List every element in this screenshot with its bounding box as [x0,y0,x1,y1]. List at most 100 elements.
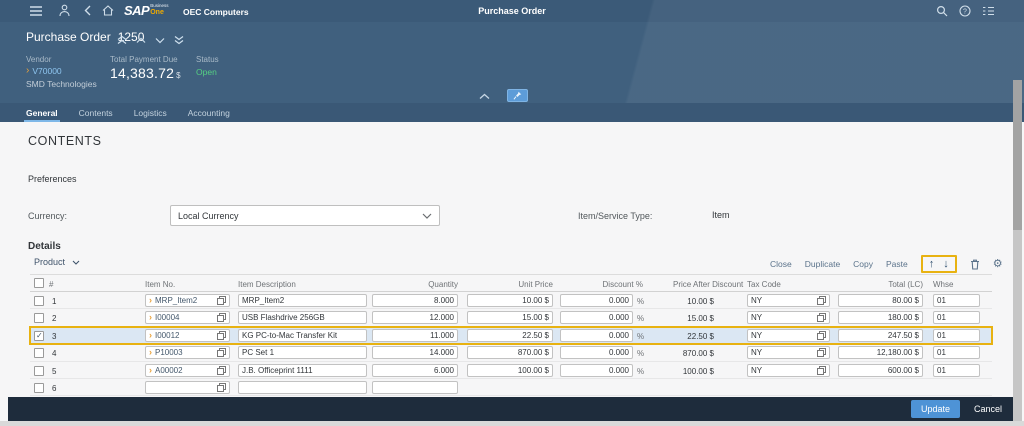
tab-accounting[interactable]: Accounting [188,103,230,122]
item-no-field[interactable]: › P10003 [145,346,230,360]
value-help-icon[interactable] [817,330,826,340]
scrollbar-thumb[interactable] [1013,80,1022,230]
description-field[interactable]: J.B. Officeprint 1111 [238,363,367,377]
unit-price-field[interactable]: 10.00 $ [467,294,553,307]
tax-code-field[interactable]: NY [747,311,830,325]
help-icon[interactable]: ? [959,5,971,17]
currency-select[interactable]: Local Currency [170,205,440,226]
paste-button[interactable]: Paste [886,259,908,269]
delete-row-icon[interactable] [970,259,980,270]
discount-field[interactable]: 0.000 [560,328,633,342]
table-settings-gear-icon[interactable]: ⚙ [993,258,1003,270]
move-row-down-button[interactable]: ↓ [943,258,949,270]
item-no-link[interactable]: MRP_Item2 [155,295,197,306]
discount-field[interactable]: 0.000 [560,346,633,360]
product-dropdown[interactable]: Product [34,257,80,267]
value-help-icon[interactable] [217,365,226,375]
discount-field[interactable]: 0.000 [560,363,633,377]
discount-field[interactable]: 0.000 [560,311,633,325]
whse-field[interactable]: 01 [933,294,980,307]
item-no-link[interactable]: I00012 [155,330,179,341]
item-no-field[interactable]: › I00012 [145,328,230,342]
description-field[interactable]: USB Flashdrive 256GB [238,311,367,325]
value-help-icon[interactable] [217,296,226,305]
copy-button[interactable]: Copy [853,259,873,269]
update-button[interactable]: Update [910,400,960,418]
tab-contents[interactable]: Contents [79,103,113,122]
vertical-scrollbar[interactable] [1013,80,1022,421]
value-help-icon[interactable] [217,313,226,323]
tax-code-field[interactable]: NY [747,346,830,360]
close-row-button[interactable]: Close [770,259,792,269]
collapse-header-icon[interactable] [479,93,490,100]
quantity-field[interactable]: 11.000 [372,328,458,342]
total-lc-field[interactable]: 180.00 $ [838,311,923,325]
unit-price-field[interactable]: 870.00 $ [467,346,553,360]
row-checkbox[interactable] [34,313,44,324]
window-title: Purchase Order [478,6,546,16]
item-no-field[interactable]: › MRP_Item2 [145,294,230,307]
tab-general[interactable]: General [24,103,60,122]
value-help-icon[interactable] [217,330,226,340]
move-row-up-button[interactable]: ↑ [929,258,935,270]
quantity-field-empty[interactable] [372,380,458,394]
unit-price-field[interactable]: 15.00 $ [467,311,553,325]
item-no-field[interactable]: › I00004 [145,311,230,325]
item-no-link[interactable]: A00002 [155,365,183,376]
value-help-icon[interactable] [817,313,826,323]
description-field[interactable]: PC Set 1 [238,346,367,360]
quantity-field[interactable]: 14.000 [372,346,458,360]
discount-field[interactable]: 0.000 [560,294,633,307]
tax-code-field[interactable]: NY [747,363,830,377]
item-no-link[interactable]: P10003 [155,347,183,358]
select-all-checkbox[interactable] [34,278,44,288]
row-checkbox[interactable] [34,348,44,359]
quantity-field[interactable]: 6.000 [372,363,458,377]
legend-icon[interactable] [982,6,995,16]
next-record-icon[interactable] [155,37,165,44]
row-checkbox[interactable] [34,365,44,376]
tax-code-field[interactable]: NY [747,294,830,307]
total-lc-field[interactable]: 600.00 $ [838,363,923,377]
unit-price-field[interactable]: 100.00 $ [467,363,553,377]
bottom-strip [0,421,1024,426]
row-checkbox[interactable] [34,382,44,393]
whse-field[interactable]: 01 [933,311,980,325]
total-lc-field[interactable]: 80.00 $ [838,294,923,307]
link-chevron-icon: › [149,312,152,323]
vendor-code-link[interactable]: V70000 [26,66,97,76]
row-checkbox[interactable] [34,296,44,306]
value-help-icon[interactable] [817,296,826,305]
value-help-icon[interactable] [217,382,226,392]
duplicate-row-button[interactable]: Duplicate [805,259,840,269]
unit-price-field[interactable]: 22.50 $ [467,328,553,342]
value-help-icon[interactable] [817,365,826,375]
previous-record-icon[interactable] [136,37,146,44]
total-lc-field[interactable]: 247.50 $ [838,328,923,342]
item-no-field[interactable]: › A00002 [145,363,230,377]
search-icon[interactable] [936,5,948,17]
tax-code-field[interactable]: NY [747,328,830,342]
description-field[interactable]: MRP_Item2 [238,294,367,307]
quantity-field[interactable]: 12.000 [372,311,458,325]
first-record-icon[interactable] [117,35,127,45]
total-lc-field[interactable]: 12,180.00 $ [838,346,923,360]
last-record-icon[interactable] [174,35,184,45]
whse-field[interactable]: 01 [933,346,980,360]
row-checkbox-checked[interactable] [34,330,44,341]
item-no-link[interactable]: I00004 [155,312,179,323]
value-help-icon[interactable] [817,348,826,358]
pin-header-button[interactable] [507,89,528,102]
chevron-down-icon [72,260,80,265]
vendor-label: Vendor [26,55,52,64]
col-header-discount: Discount % [602,280,643,289]
whse-field[interactable]: 01 [933,328,980,342]
quantity-field[interactable]: 8.000 [372,294,458,307]
description-field-empty[interactable] [238,380,367,394]
cancel-button[interactable]: Cancel [974,404,1002,414]
tab-logistics[interactable]: Logistics [134,103,167,122]
whse-field[interactable]: 01 [933,363,980,377]
value-help-icon[interactable] [217,348,226,358]
description-field[interactable]: KG PC-to-Mac Transfer Kit [238,328,367,342]
item-no-field-empty[interactable] [145,380,230,394]
